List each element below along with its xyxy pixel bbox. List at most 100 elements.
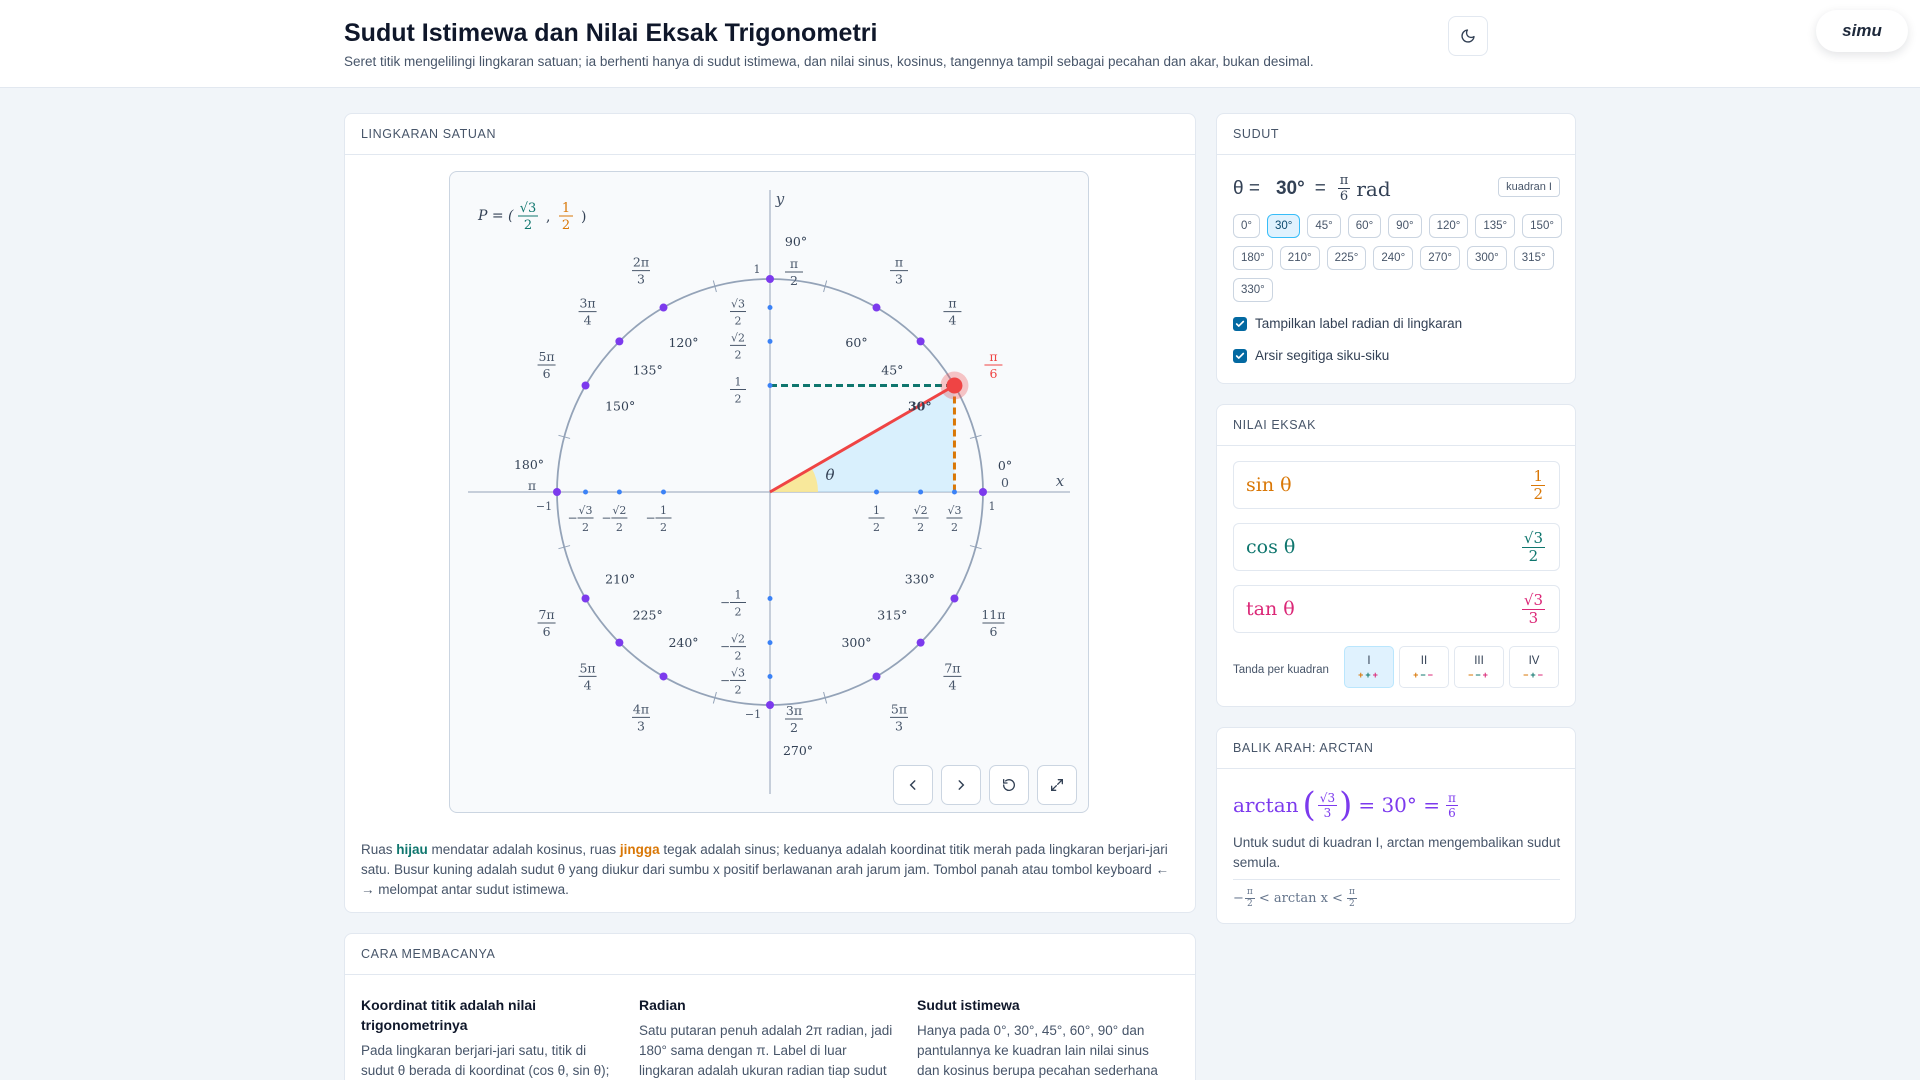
axis-value-dot <box>616 489 622 495</box>
arctan-range: − π2 < arctan x < π2 <box>1233 879 1560 909</box>
point-y-fraction-numerator: 1 <box>562 201 570 216</box>
angle-chip[interactable]: 330° <box>1233 278 1273 302</box>
sign-symbol: + <box>1482 669 1490 680</box>
angle-chip[interactable]: 135° <box>1475 214 1516 238</box>
brand-logo[interactable]: simu <box>1816 10 1908 52</box>
point-x-fraction-denominator: 2 <box>524 218 532 233</box>
desc-text: Ruas <box>361 842 397 857</box>
negative-sign: − <box>720 673 730 687</box>
point-x-fraction-numerator: √3 <box>520 201 537 216</box>
res-denominator: 6 <box>1448 805 1456 820</box>
radian-label-checkbox[interactable]: Tampilkan label radian di lingkaran <box>1233 316 1462 331</box>
radian-label-denominator: 4 <box>584 313 592 328</box>
angle-chip[interactable]: 300° <box>1466 246 1507 270</box>
angle-chip[interactable]: 225° <box>1326 246 1367 270</box>
angle-chip-group: 0° 30° 45° 60° 90° 120° 135° 150° 180° 210° 225° 24… <box>1233 214 1569 302</box>
quadrant-name: III <box>1474 654 1484 667</box>
y-axis-value-numerator: √3 <box>731 666 745 679</box>
range-denominator: 2 <box>1247 899 1253 909</box>
rad-denominator: 6 <box>1339 189 1349 204</box>
checkbox-checked-icon <box>1233 348 1247 363</box>
reading-column-body: Hanya pada 0°, 30°, 45°, 60°, 90° dan pa… <box>917 1023 1158 1078</box>
exact-values-heading: NILAI EKSAK <box>1217 405 1575 446</box>
angle-chip[interactable]: 30° <box>1267 214 1301 238</box>
quadrant-sign-IV[interactable]: IV −+− <box>1509 646 1559 688</box>
reading-heading: CARA MEMBACANYA <box>345 934 1195 975</box>
degree-label: 60° <box>845 335 867 350</box>
unit-circle-svg[interactable]: xyθ1212−12−12√22√22−√22−√22√32√32−√32−√3… <box>450 172 1089 813</box>
prev-angle-button[interactable] <box>893 765 933 805</box>
theme-toggle-button[interactable] <box>1448 16 1488 56</box>
angle-chip[interactable]: 90° <box>1388 214 1422 238</box>
angle-chip[interactable]: 315° <box>1513 246 1554 270</box>
angle-chip[interactable]: 0° <box>1233 214 1260 238</box>
sin-fraction: 12 <box>1531 468 1545 503</box>
radian-label-denominator: 6 <box>989 624 997 639</box>
drag-point[interactable] <box>946 377 963 394</box>
special-angle-point <box>916 337 925 346</box>
chevron-left-icon <box>909 780 916 790</box>
degree-label: 135° <box>633 363 663 378</box>
angle-chip[interactable]: 270° <box>1420 246 1460 270</box>
reading-column-title: Sudut istimewa <box>917 997 1020 1013</box>
sign-symbol: − <box>1537 669 1545 680</box>
triangle-shade-checkbox[interactable]: Arsir segitiga siku-siku <box>1233 348 1389 363</box>
degree-label: 270° <box>783 743 813 758</box>
y-axis-value-numerator: √2 <box>731 633 745 646</box>
axis-value-dot <box>661 489 666 495</box>
axis-value-dot <box>951 489 957 495</box>
exact-values-card: NILAI EKSAK sin θ 12 cos θ √3 2 tan θ √3 3… <box>1216 404 1576 707</box>
y-axis-label: y <box>775 190 785 208</box>
y-axis-value-numerator: 1 <box>735 589 742 602</box>
angle-chip[interactable]: 180° <box>1233 246 1273 270</box>
angle-chip[interactable]: 120° <box>1428 214 1469 238</box>
reading-column: Sudut istimewa Hanya pada 0°, 30°, 45°, … <box>917 995 1173 1080</box>
paren-right: ) <box>1339 785 1353 825</box>
quadrant-sign-III[interactable]: III −−+ <box>1454 646 1504 688</box>
quadrant-signs: −+− <box>1523 670 1545 680</box>
coordinate-paren: ) <box>581 209 586 225</box>
sin-label: sin θ <box>1246 474 1292 496</box>
fullscreen-button[interactable] <box>1037 765 1077 805</box>
y-axis-value-denominator: 2 <box>735 315 742 328</box>
equals-sign: = <box>1314 177 1326 199</box>
sin-denominator: 2 <box>1533 484 1543 503</box>
radian-label-numerator: π <box>895 255 903 270</box>
angle-chip[interactable]: 45° <box>1307 214 1341 238</box>
x-axis-value-numerator: √2 <box>612 504 626 517</box>
arctan-note: Untuk sudut di kuadran I, arctan mengemb… <box>1233 835 1561 870</box>
angle-chip[interactable]: 240° <box>1373 246 1414 270</box>
radian-label-numerator: 5π <box>538 349 554 364</box>
axis-value-dot <box>767 305 773 311</box>
reading-column: Koordinat titik adalah nilai trigonometr… <box>361 995 617 1080</box>
angle-chip[interactable]: 150° <box>1522 214 1562 238</box>
next-angle-button[interactable] <box>941 765 981 805</box>
y-axis-value-denominator: 2 <box>735 683 742 696</box>
x-axis-value-denominator: 2 <box>873 521 880 534</box>
radian-label: 0 <box>1001 475 1009 490</box>
sign-symbol: − <box>1475 669 1483 680</box>
reading-column-body: Satu putaran penuh adalah 2π radian, jad… <box>639 1023 893 1078</box>
chevron-right-icon <box>958 780 965 790</box>
point-y-fraction-denominator: 2 <box>562 218 570 233</box>
radian-label-denominator: 2 <box>790 273 798 288</box>
quadrant-sign-II[interactable]: II +−− <box>1399 646 1449 688</box>
quadrant-sign-I[interactable]: I +++ <box>1344 646 1394 688</box>
degree-label: 150° <box>605 399 635 414</box>
reading-column: Radian Satu putaran penuh adalah 2π radi… <box>639 995 895 1080</box>
sign-symbol: + <box>1530 669 1538 680</box>
reset-button[interactable] <box>989 765 1029 805</box>
desc-orange: jingga <box>619 842 660 857</box>
axis-value-dot <box>583 489 589 495</box>
x-axis-value-denominator: 2 <box>582 521 589 534</box>
angle-chip[interactable]: 60° <box>1347 214 1382 238</box>
special-angle-point <box>916 638 925 647</box>
x-axis-value-denominator: 2 <box>616 521 623 534</box>
radian-label-numerator: 7π <box>538 607 554 622</box>
radian-label-numerator: 5π <box>579 660 595 675</box>
page-title: Sudut Istimewa dan Nilai Eksak Trigonome… <box>344 19 878 47</box>
moon-icon <box>1461 29 1475 43</box>
angle-chip[interactable]: 210° <box>1279 246 1320 270</box>
degree-label: 180° <box>514 457 544 472</box>
y-axis-value-denominator: 2 <box>735 348 742 361</box>
